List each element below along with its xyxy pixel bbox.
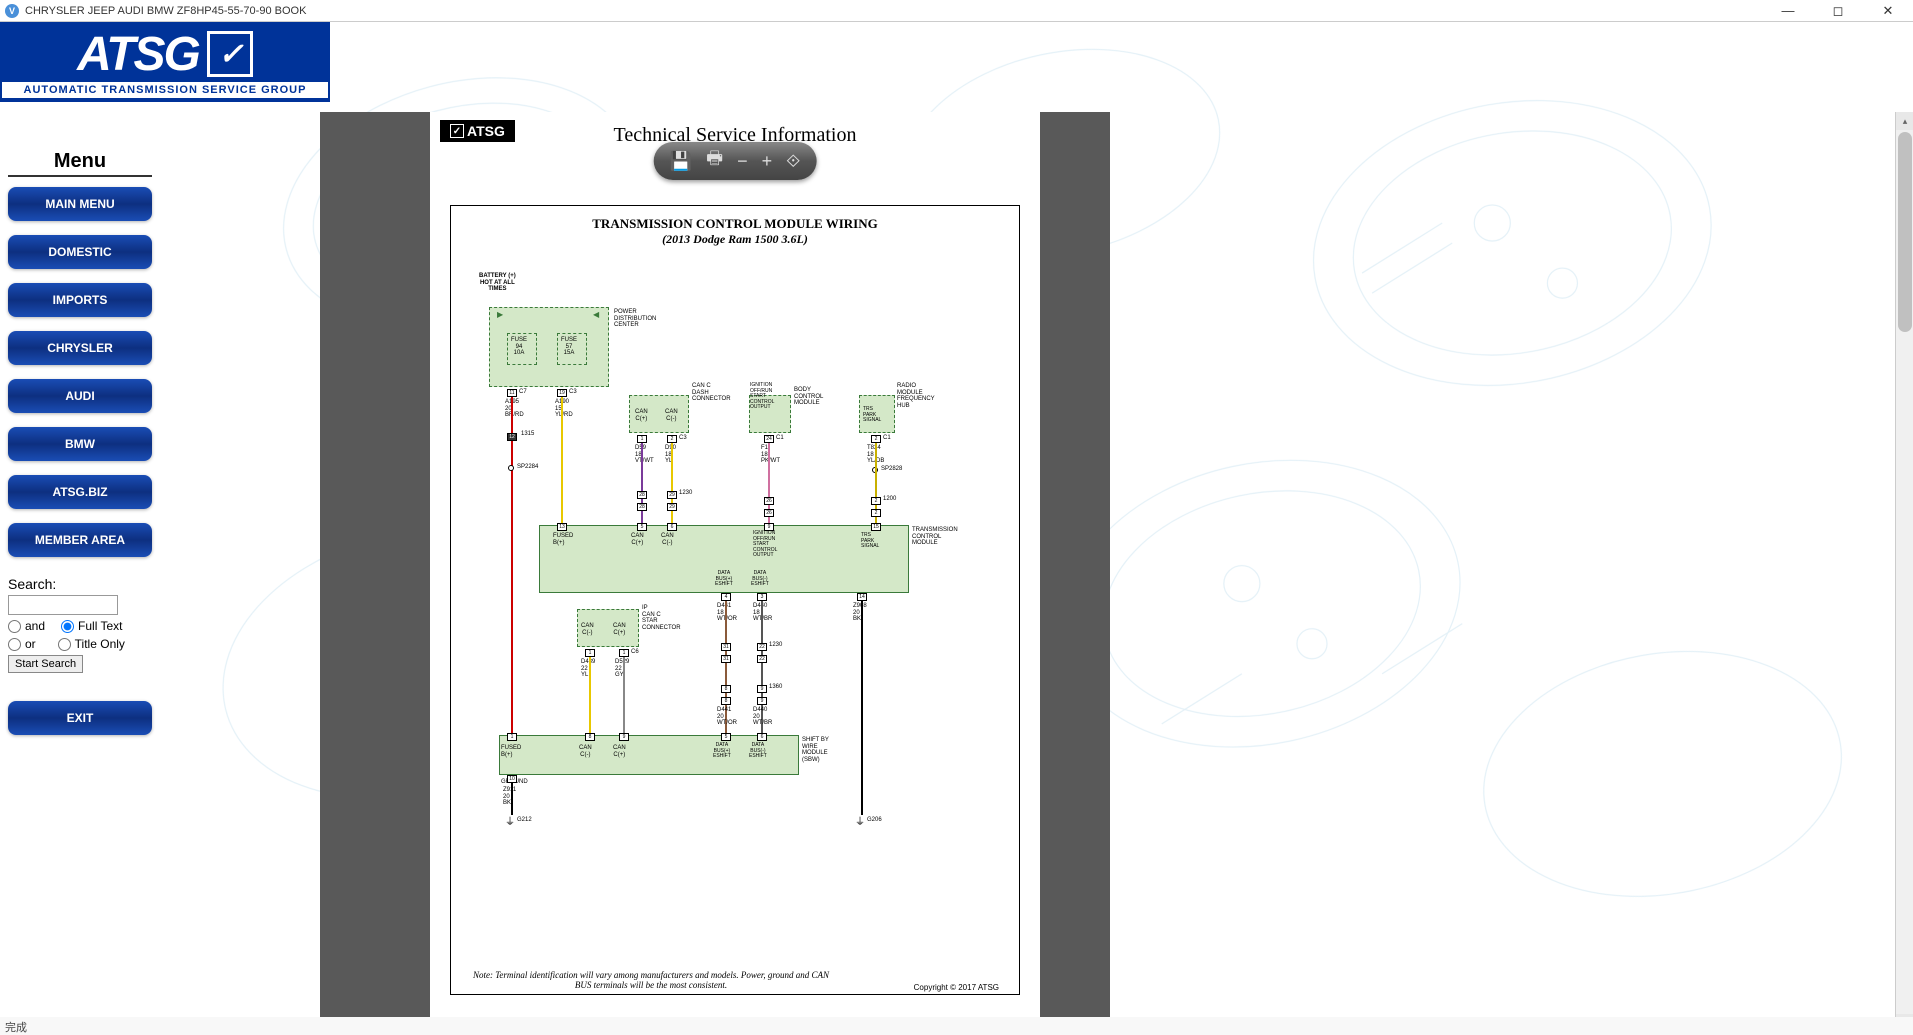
wire-red: [511, 397, 513, 735]
imports-button[interactable]: IMPORTS: [8, 283, 152, 317]
ground-icon: ⏚: [855, 813, 865, 828]
member-area-button[interactable]: MEMBER AREA: [8, 523, 152, 557]
content-area: ✓ ATSG Technical Service Information 💾 🖶…: [160, 22, 1913, 1035]
fulltext-radio[interactable]: [61, 620, 74, 633]
wire-yellow: [561, 397, 563, 525]
splice-sp2284: [508, 465, 514, 471]
wiring-diagram-box: TRANSMISSION CONTROL MODULE WIRING (2013…: [450, 205, 1020, 995]
pdf-toolbar: 💾 🖶 − + ⟐: [654, 142, 817, 180]
window-controls: — ◻ ✕: [1768, 3, 1908, 19]
checkmark-icon: ✓: [207, 31, 253, 77]
exit-button[interactable]: EXIT: [8, 701, 152, 735]
pdc-label: POWER DISTRIBUTION CENTER: [614, 309, 656, 329]
diagram-subtitle: (2013 Dodge Ram 1500 3.6L): [459, 232, 1011, 247]
brand-logo: ATSG ✓ AUTOMATIC TRANSMISSION SERVICE GR…: [0, 22, 330, 102]
or-radio[interactable]: [8, 638, 21, 651]
acrobat-icon[interactable]: ⟐: [786, 151, 800, 172]
copyright: Copyright © 2017 ATSG: [914, 983, 999, 992]
status-bar: 完成: [0, 1017, 1913, 1035]
menu-heading: Menu: [8, 150, 152, 177]
document-viewer: ✓ ATSG Technical Service Information 💾 🖶…: [320, 112, 1110, 1032]
diagram-note: Note: Terminal identification will vary …: [471, 970, 831, 990]
logo-subtitle: AUTOMATIC TRANSMISSION SERVICE GROUP: [2, 82, 328, 98]
search-input[interactable]: [8, 595, 118, 615]
scroll-thumb[interactable]: [1898, 132, 1912, 332]
diagram-title: TRANSMISSION CONTROL MODULE WIRING: [459, 216, 1011, 232]
logo-text: ATSG ✓: [77, 27, 253, 82]
chrysler-button[interactable]: CHRYSLER: [8, 331, 152, 365]
checkmark-icon: ✓: [450, 124, 464, 138]
battery-label: BATTERY (+) HOT AT ALL TIMES: [479, 273, 516, 293]
zoom-in-icon[interactable]: +: [762, 151, 773, 172]
domestic-button[interactable]: DOMESTIC: [8, 235, 152, 269]
doc-left-margin: [320, 112, 430, 1032]
start-search-button[interactable]: Start Search: [8, 655, 83, 673]
main-menu-button[interactable]: MAIN MENU: [8, 187, 152, 221]
print-icon[interactable]: 🖶: [706, 146, 723, 176]
scroll-up-icon[interactable]: ▴: [1896, 112, 1913, 130]
audi-button[interactable]: AUDI: [8, 379, 152, 413]
save-icon[interactable]: 💾: [670, 151, 692, 172]
title-bar: V CHRYSLER JEEP AUDI BMW ZF8HP45-55-70-9…: [0, 0, 1913, 22]
window-title: CHRYSLER JEEP AUDI BMW ZF8HP45-55-70-90 …: [25, 5, 306, 17]
bmw-button[interactable]: BMW: [8, 427, 152, 461]
vertical-scrollbar[interactable]: ▴ ▾: [1895, 112, 1913, 1032]
zoom-out-icon[interactable]: −: [737, 151, 748, 172]
doc-brand-badge: ✓ ATSG: [440, 120, 515, 142]
search-section: Search: and Full Text or Title Only Star…: [8, 576, 152, 673]
minimize-button[interactable]: —: [1768, 3, 1808, 19]
sidebar: Menu MAIN MENU DOMESTIC IMPORTS CHRYSLER…: [0, 22, 160, 1035]
close-button[interactable]: ✕: [1868, 3, 1908, 19]
maximize-button[interactable]: ◻: [1818, 3, 1858, 19]
titleonly-radio[interactable]: [58, 638, 71, 651]
ground-icon: ⏚: [505, 813, 515, 828]
and-radio[interactable]: [8, 620, 21, 633]
wiring-diagram: BATTERY (+) HOT AT ALL TIMES POWER DISTR…: [459, 255, 1011, 955]
document-page: ✓ ATSG Technical Service Information 💾 🖶…: [430, 112, 1040, 1032]
app-icon: V: [5, 4, 19, 18]
doc-right-margin: [1040, 112, 1110, 1032]
search-label: Search:: [8, 576, 152, 592]
atsg-biz-button[interactable]: ATSG.BIZ: [8, 475, 152, 509]
